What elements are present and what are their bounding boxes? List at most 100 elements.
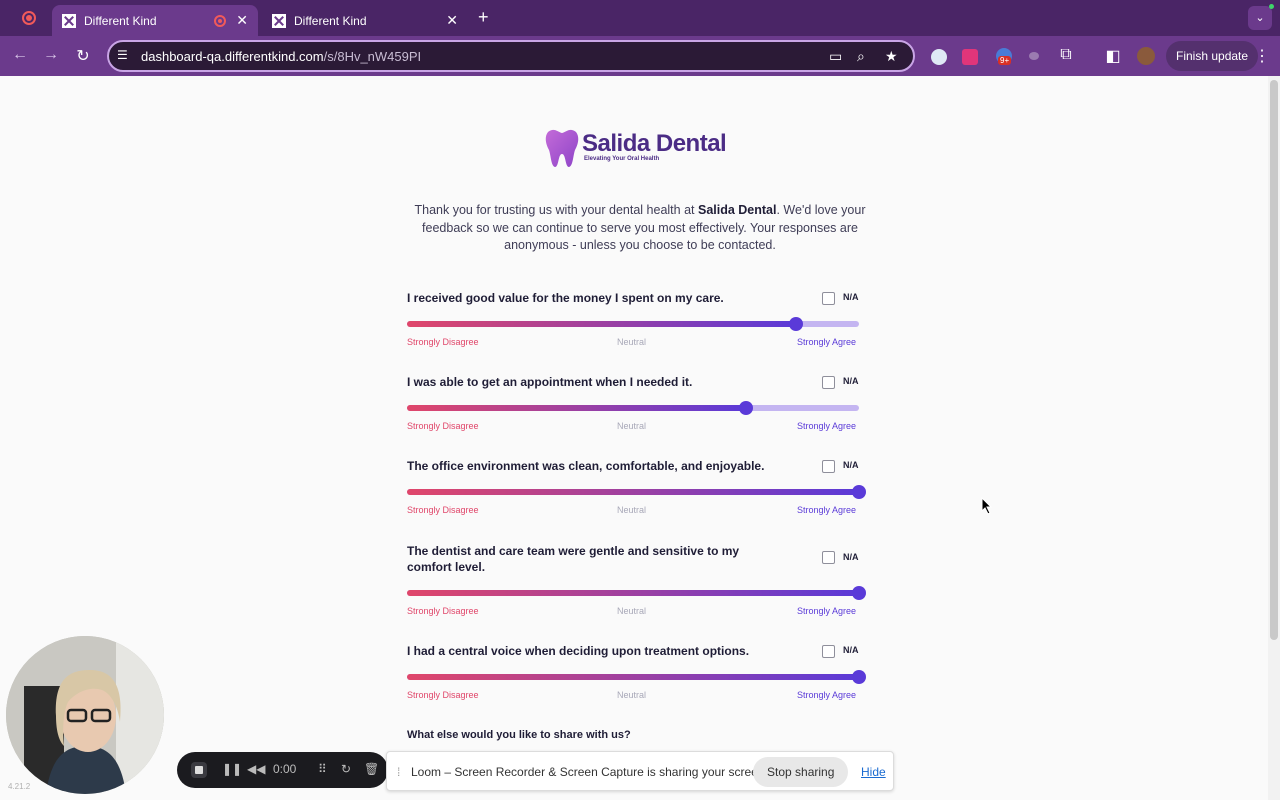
sharing-bar-grip-icon[interactable]: ⁞	[397, 765, 400, 779]
tab-title: Different Kind	[84, 13, 157, 28]
page-scrollbar[interactable]	[1268, 76, 1280, 800]
tab-menu-status-dot	[1269, 4, 1274, 9]
question-text: I had a central voice when deciding upon…	[407, 644, 750, 658]
slider-thumb[interactable]	[852, 670, 866, 684]
question-text: The office environment was clean, comfor…	[407, 459, 765, 473]
na-checkbox[interactable]	[822, 376, 835, 389]
label-strongly-disagree: Strongly Disagree	[407, 421, 479, 431]
na-checkbox[interactable]	[822, 292, 835, 305]
address-bar[interactable]: ☰ dashboard-qa.differentkind.com/s/8Hv_n…	[107, 40, 915, 72]
na-checkbox[interactable]	[822, 645, 835, 658]
na-checkbox[interactable]	[822, 460, 835, 473]
slider-fill	[407, 405, 746, 411]
stop-sharing-button[interactable]: Stop sharing	[753, 757, 849, 787]
recording-timer: 0:00	[273, 762, 297, 776]
label-neutral: Neutral	[617, 421, 647, 431]
pause-icon[interactable]: ❚❚	[222, 762, 242, 776]
share-prompt: What else would you like to share with u…	[407, 729, 631, 741]
salida-dental-logo: Salida Dental Elevating Your Oral Health	[544, 128, 734, 172]
tab-close-icon[interactable]: ✕	[236, 12, 248, 29]
rating-slider[interactable]	[407, 670, 866, 684]
different-kind-favicon-icon	[62, 13, 76, 28]
na-label: N/A	[843, 292, 859, 302]
extension-shield-icon[interactable]	[931, 49, 947, 65]
rating-slider[interactable]	[407, 317, 859, 331]
url-host: dashboard-qa.differentkind.com	[141, 49, 324, 64]
label-strongly-disagree: Strongly Disagree	[407, 505, 479, 515]
slider-fill	[407, 321, 796, 327]
slider-fill	[407, 489, 859, 495]
slider-fill	[407, 590, 859, 596]
na-label: N/A	[843, 460, 859, 470]
profile-avatar[interactable]	[1137, 47, 1155, 65]
bookmark-star-icon[interactable]: ★	[885, 48, 898, 65]
different-kind-favicon-icon	[272, 13, 286, 28]
tab-recording-icon	[214, 14, 227, 27]
screen-sharing-bar: ⁞ Loom – Screen Recorder & Screen Captur…	[386, 751, 894, 791]
stop-recording-button[interactable]	[191, 762, 207, 778]
camera-icon[interactable]: ▭	[829, 48, 842, 65]
slider-thumb[interactable]	[788, 317, 803, 331]
extension-badge-icon[interactable]: 9+	[996, 48, 1012, 65]
address-url[interactable]: dashboard-qa.differentkind.com/s/8Hv_nW4…	[141, 49, 421, 64]
question-text: I was able to get an appointment when I …	[407, 375, 693, 389]
slider-thumb[interactable]	[852, 485, 866, 499]
question-text: I received good value for the money I sp…	[407, 291, 724, 305]
label-strongly-agree: Strongly Agree	[797, 690, 857, 700]
intro-text-before: Thank you for trusting us with your dent…	[414, 203, 698, 217]
drag-handle-icon[interactable]: ⠿	[318, 762, 327, 776]
extension-pink-icon[interactable]	[962, 49, 978, 65]
back-arrow-icon[interactable]: ←	[10, 46, 30, 64]
trash-icon[interactable]: 🗑	[364, 762, 379, 776]
tab-different-kind-active[interactable]: Different Kind ✕	[52, 5, 258, 36]
tab-search-chevron-icon[interactable]: ⌄	[1248, 6, 1272, 30]
extension-small-icon[interactable]	[1029, 52, 1039, 60]
na-checkbox[interactable]	[822, 551, 835, 564]
label-strongly-agree: Strongly Agree	[797, 337, 857, 347]
rating-slider[interactable]	[407, 485, 866, 499]
slider-thumb[interactable]	[852, 586, 866, 600]
label-strongly-disagree: Strongly Disagree	[407, 337, 479, 347]
restart-icon[interactable]: ↻	[341, 762, 351, 776]
loom-version: 4.21.2	[8, 782, 31, 791]
new-tab-plus-icon[interactable]: +	[478, 7, 489, 28]
intro-text: Thank you for trusting us with your dent…	[410, 202, 870, 255]
rewind-icon[interactable]: ◀◀	[247, 762, 265, 776]
rating-slider[interactable]	[407, 586, 866, 600]
tab-close-icon[interactable]: ✕	[446, 12, 458, 29]
scrollbar-thumb[interactable]	[1270, 80, 1278, 640]
tab-title: Different Kind	[294, 13, 367, 28]
side-panel-icon[interactable]: ◧	[1103, 46, 1123, 66]
rating-slider[interactable]	[407, 401, 859, 415]
label-strongly-agree: Strongly Agree	[797, 421, 857, 431]
site-settings-icon[interactable]: ☰	[117, 48, 133, 64]
intro-brand: Salida Dental	[697, 203, 777, 217]
loom-webcam-bubble[interactable]	[6, 636, 164, 794]
label-neutral: Neutral	[617, 606, 647, 616]
label-strongly-disagree: Strongly Disagree	[407, 606, 479, 616]
menu-kebab-icon[interactable]: ⋮	[1252, 46, 1272, 66]
zoom-search-icon[interactable]: ⌕	[857, 48, 865, 65]
na-label: N/A	[843, 552, 859, 562]
browser-toolbar: ← → ↻ ☰ dashboard-qa.differentkind.com/s…	[0, 36, 1280, 76]
finish-update-button[interactable]: Finish update	[1166, 41, 1259, 71]
label-neutral: Neutral	[617, 337, 647, 347]
hide-link[interactable]: Hide	[861, 765, 886, 779]
logo-tagline: Elevating Your Oral Health	[584, 156, 660, 162]
forward-arrow-icon[interactable]: →	[41, 46, 61, 64]
question-text: The dentist and care team were gentle an…	[407, 544, 740, 574]
tooth-logo-icon	[545, 129, 579, 167]
recording-indicator-icon	[22, 11, 36, 25]
sharing-message: Loom – Screen Recorder & Screen Capture …	[411, 765, 768, 779]
na-label: N/A	[843, 376, 859, 386]
label-strongly-disagree: Strongly Disagree	[407, 690, 479, 700]
mouse-cursor-icon	[981, 497, 993, 515]
na-label: N/A	[843, 645, 859, 655]
slider-thumb[interactable]	[739, 401, 753, 415]
reload-icon[interactable]: ↻	[73, 46, 93, 66]
extensions-puzzle-icon[interactable]: ⧉	[1056, 46, 1076, 64]
tab-bar: Different Kind ✕ Different Kind ✕ + ⌄	[0, 0, 1280, 36]
loom-recording-controls: ❚❚ ◀◀ 0:00 ⠿ ↻ 🗑	[177, 752, 388, 788]
url-path: /s/8Hv_nW459PI	[323, 49, 422, 64]
tab-different-kind[interactable]: Different Kind ✕	[262, 5, 468, 36]
